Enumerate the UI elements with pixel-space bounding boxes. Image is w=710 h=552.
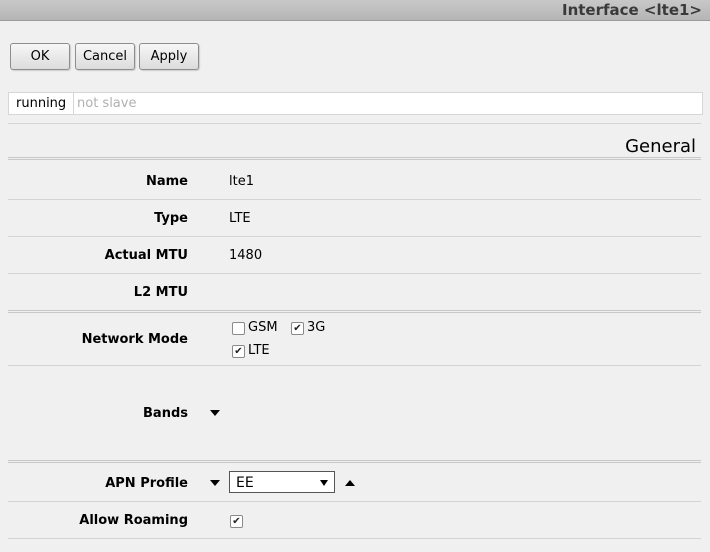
section-divider (8, 157, 701, 160)
section-divider (8, 310, 701, 313)
status-bar: running not slave (8, 92, 703, 115)
bands-label: Bands (143, 406, 188, 421)
row-divider (8, 365, 701, 366)
bands-expand-icon[interactable] (210, 410, 220, 416)
actual-mtu-value: 1480 (229, 248, 263, 263)
row-divider (8, 501, 701, 502)
apply-button[interactable]: Apply (139, 43, 199, 70)
ok-button[interactable]: OK (10, 43, 70, 70)
row-divider (8, 199, 701, 200)
lte-checkbox[interactable]: ✔ (232, 345, 245, 358)
apn-profile-select[interactable]: EE (229, 471, 335, 493)
l2-mtu-label: L2 MTU (133, 285, 188, 300)
apn-profile-selected: EE (236, 475, 254, 491)
actual-mtu-label: Actual MTU (104, 248, 188, 263)
gsm-checkbox-label: GSM (248, 320, 278, 335)
window-title: Interface <lte1> (562, 1, 702, 19)
cancel-button[interactable]: Cancel (75, 43, 135, 70)
window-titlebar: Interface <lte1> (0, 0, 710, 21)
chevron-down-icon (320, 480, 328, 486)
apn-profile-remove-icon[interactable] (345, 480, 355, 486)
name-label: Name (145, 174, 188, 189)
checkmark-icon: ✔ (293, 323, 302, 334)
row-divider (8, 538, 701, 539)
network-mode-label: Network Mode (81, 332, 188, 347)
allow-roaming-checkbox[interactable]: ✔ (230, 515, 243, 528)
apn-profile-label: APN Profile (105, 476, 188, 491)
checkmark-icon: ✔ (232, 516, 241, 527)
row-divider (8, 273, 701, 274)
type-label: Type (154, 211, 188, 226)
lte-checkbox-label: LTE (248, 343, 270, 358)
row-divider (8, 236, 701, 237)
3g-checkbox[interactable]: ✔ (291, 322, 304, 335)
checkmark-icon: ✔ (234, 346, 243, 357)
3g-checkbox-label: 3G (307, 320, 326, 335)
name-value: lte1 (229, 174, 254, 189)
gsm-checkbox[interactable] (232, 322, 245, 335)
section-divider (8, 460, 701, 463)
section-title-general: General (625, 136, 696, 157)
apn-profile-expand-icon[interactable] (210, 480, 220, 486)
divider (8, 123, 701, 124)
type-value: LTE (229, 211, 251, 226)
allow-roaming-label: Allow Roaming (79, 513, 188, 528)
status-running: running (9, 93, 75, 114)
status-slave: not slave (77, 96, 137, 111)
